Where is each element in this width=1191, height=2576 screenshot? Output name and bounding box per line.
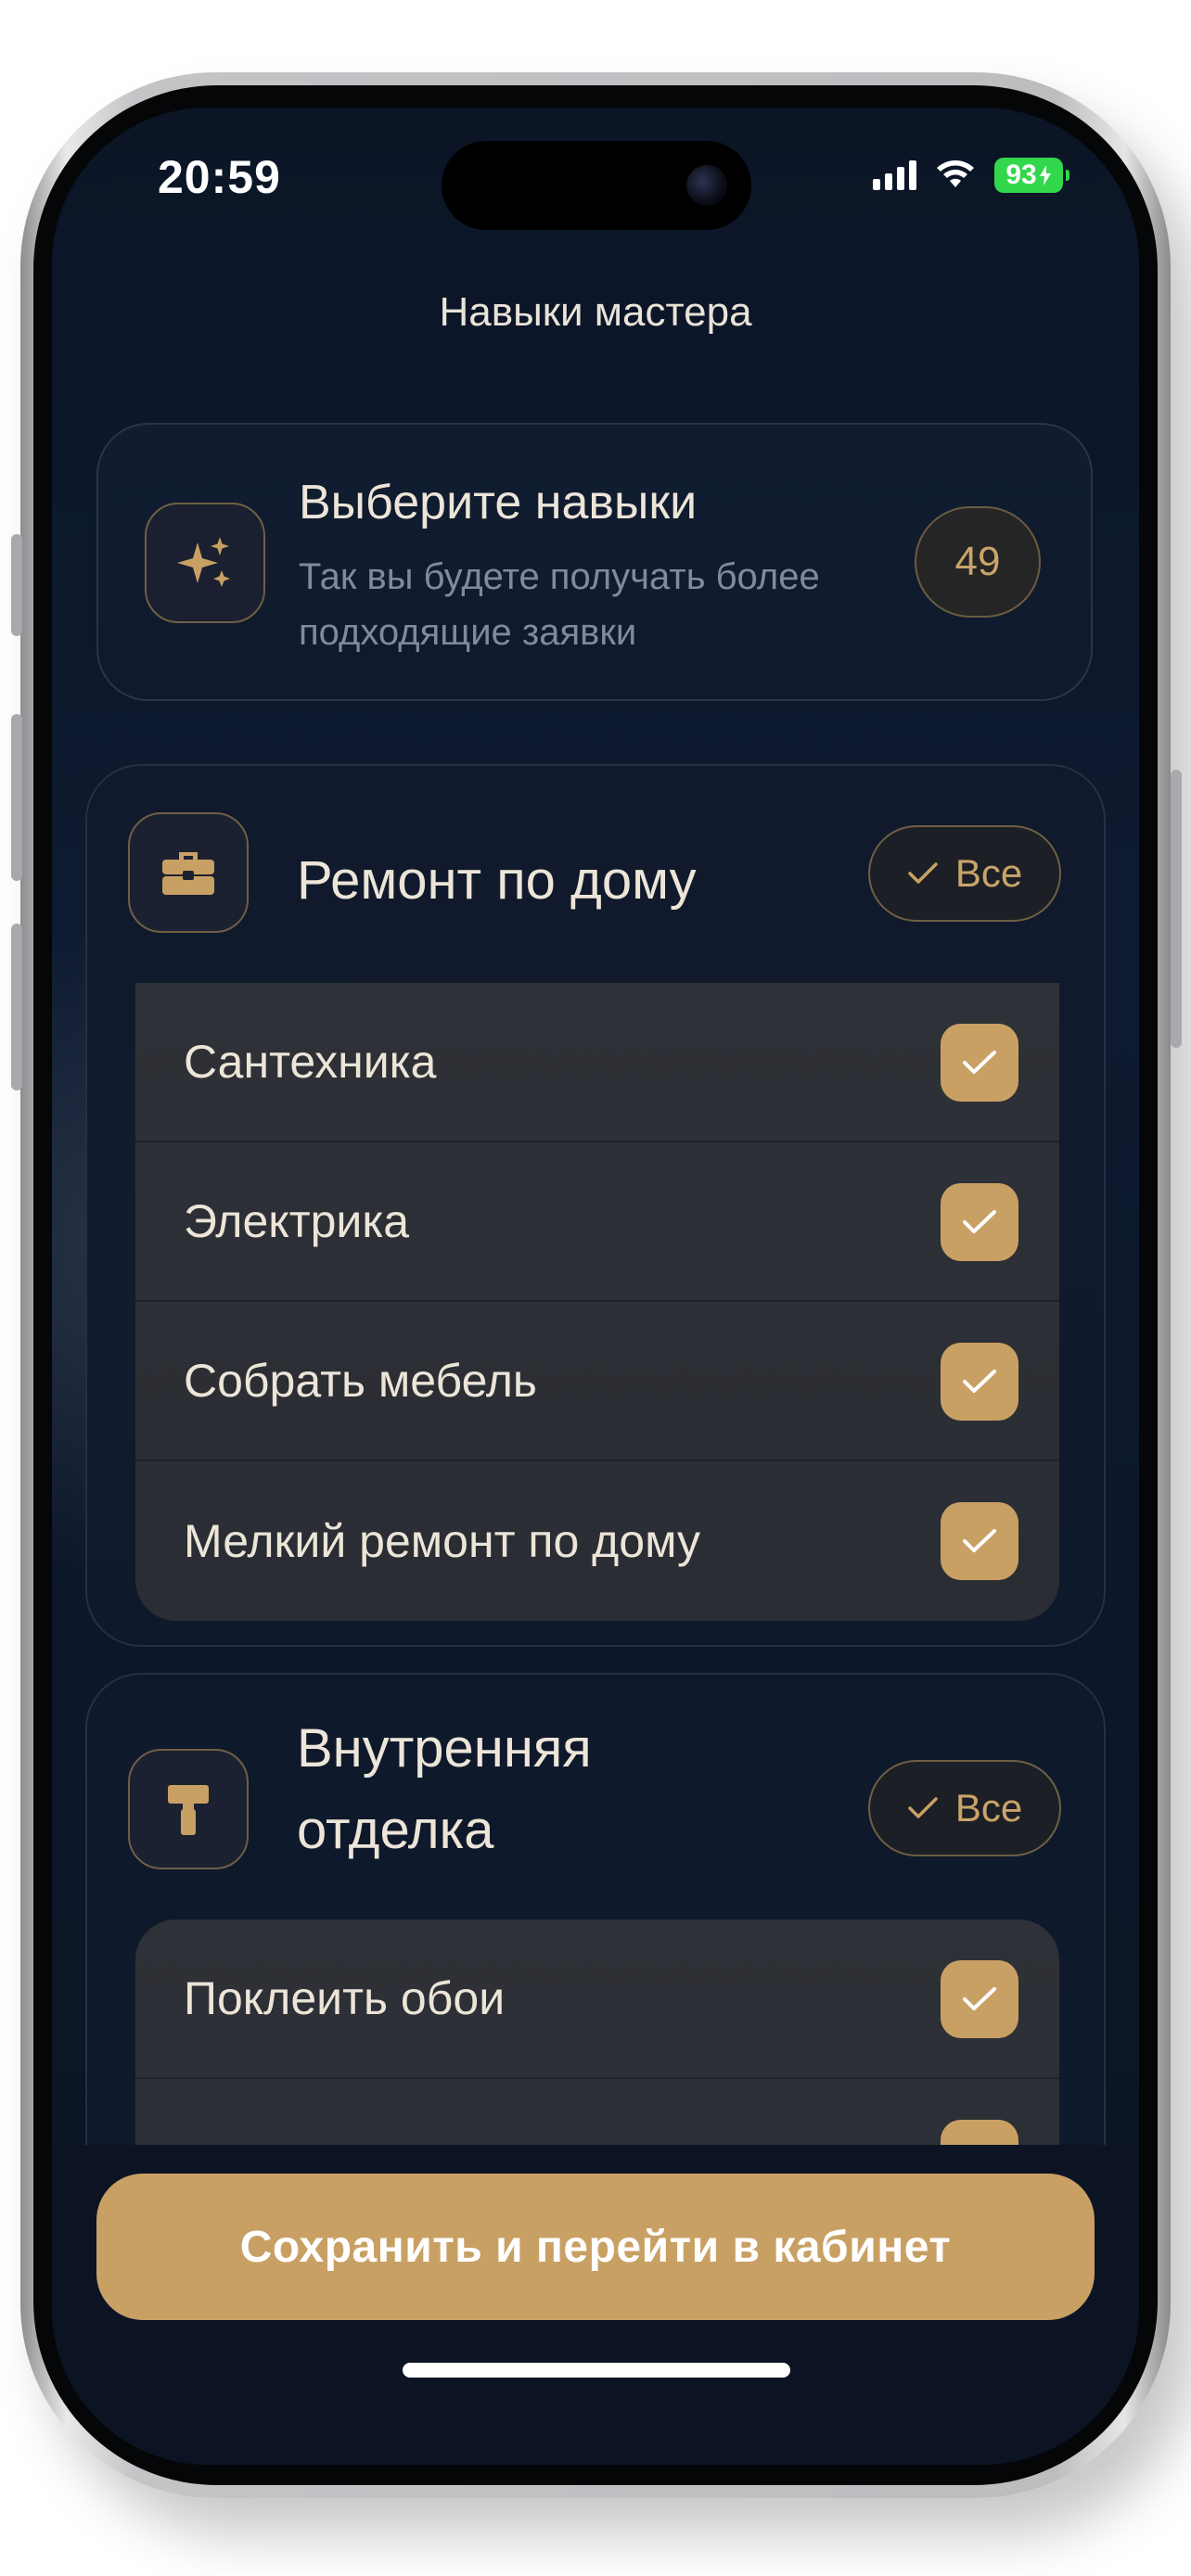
select-all-label: Все <box>954 851 1023 895</box>
screen: 20:59 93 Навыки мастера Выберите навыки … <box>52 108 1139 2465</box>
skills-info-card: Выберите навыки Так вы будете получать б… <box>96 423 1093 701</box>
skill-label: Электрика <box>184 1195 410 1247</box>
charging-bolt-icon <box>1039 165 1051 185</box>
check-icon <box>963 1210 996 1233</box>
category-icon-box <box>128 812 249 933</box>
check-icon <box>908 1797 938 1818</box>
skill-row-wallpaper[interactable]: Поклеить обои <box>135 1919 1059 2079</box>
category-title: Ремонт по дому <box>297 850 697 911</box>
skill-label: Собрать мебель <box>184 1355 537 1407</box>
status-icons: 93 <box>873 158 1069 193</box>
check-icon <box>963 1051 996 1074</box>
info-subtitle: Так вы будете получать более подходящие … <box>299 556 820 653</box>
skill-checkbox[interactable] <box>941 1024 1018 1102</box>
status-time: 20:59 <box>158 151 281 203</box>
category-card-home-repair: Ремонт по дому Все Сантехника Электрика <box>85 764 1106 1647</box>
skill-row-furniture-assembly[interactable]: Собрать мебель <box>135 1302 1059 1461</box>
select-all-label: Все <box>954 1786 1023 1830</box>
check-icon <box>963 1370 996 1393</box>
select-all-button[interactable]: Все <box>868 1760 1061 1856</box>
dynamic-island <box>442 141 751 230</box>
side-button-power <box>1171 770 1182 1048</box>
check-icon <box>963 1987 996 2010</box>
info-icon-box <box>145 503 265 623</box>
select-all-button[interactable]: Все <box>868 825 1061 922</box>
cellular-signal-icon <box>873 160 916 190</box>
side-button-action <box>11 534 22 636</box>
save-and-go-to-cabinet-button[interactable]: Сохранить и перейти в кабинет <box>96 2174 1095 2320</box>
paint-roller-icon <box>168 1785 209 1835</box>
page-title: Навыки мастера <box>439 289 752 335</box>
selected-count-badge: 49 <box>915 506 1041 618</box>
skill-label: Мелкий ремонт по дому <box>184 1515 701 1567</box>
check-icon <box>908 862 938 884</box>
front-camera-icon <box>686 165 727 206</box>
skill-label: Сантехника <box>184 1036 437 1088</box>
battery-level: 93 <box>1005 159 1037 190</box>
page: 20:59 93 Навыки мастера Выберите навыки … <box>0 0 1191 2576</box>
category-title: Внутренняя отделка <box>297 1718 592 1860</box>
battery-icon: 93 <box>994 158 1069 193</box>
wifi-icon <box>937 160 974 187</box>
skill-row-electrics[interactable]: Электрика <box>135 1142 1059 1302</box>
skill-checkbox[interactable] <box>941 1343 1018 1421</box>
skill-label: Поклеить обои <box>184 1972 506 2024</box>
skill-checkbox[interactable] <box>941 1502 1018 1580</box>
skill-checkbox[interactable] <box>941 1183 1018 1261</box>
skills-list: Сантехника Электрика Собрать мебель Мелк… <box>135 983 1059 1621</box>
category-icon-box <box>128 1749 249 1869</box>
toolbox-icon <box>162 852 214 895</box>
home-indicator <box>403 2363 790 2378</box>
sparkles-icon <box>177 537 230 587</box>
skill-row-small-repairs[interactable]: Мелкий ремонт по дому <box>135 1461 1059 1621</box>
skill-row-plumbing[interactable]: Сантехника <box>135 983 1059 1142</box>
check-icon <box>963 1529 996 1552</box>
side-button-volume-up <box>11 714 22 881</box>
side-button-volume-down <box>11 924 22 1090</box>
skill-checkbox[interactable] <box>941 1960 1018 2038</box>
info-title: Выберите навыки <box>299 476 698 529</box>
